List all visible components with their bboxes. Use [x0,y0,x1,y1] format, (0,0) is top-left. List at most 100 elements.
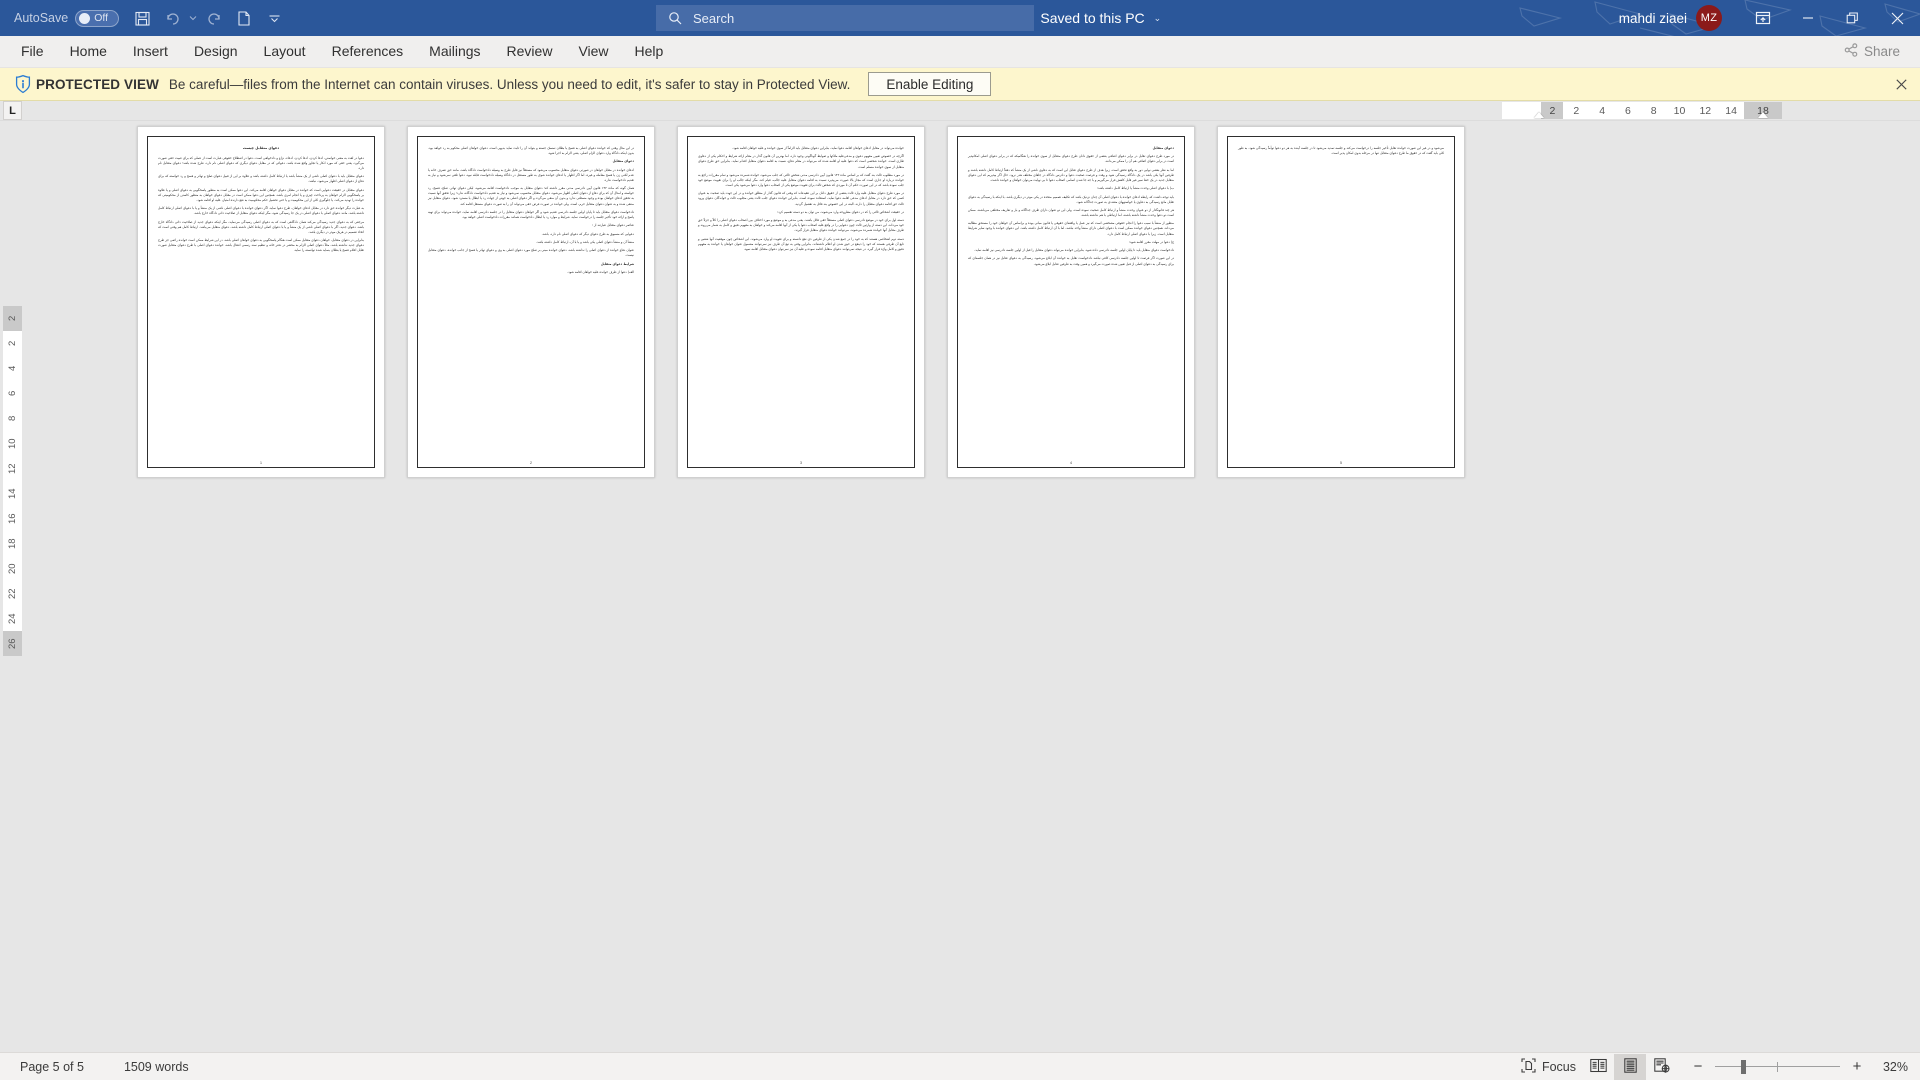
document-paragraph: در حقیقت اشخاص ثالثی را که در دعوای مطرو… [777,209,904,214]
ruler-tick: 12 [1699,104,1712,117]
account-name[interactable]: mahdi ziaei [1619,11,1687,26]
title-bar: AutoSave Off Saved to this PC ⌄ Search m… [0,0,1920,36]
document-paragraph: منظور از منشأ با سبب دعوا را انجام حقوقی… [968,221,1174,236]
focus-mode-button[interactable]: Focus [1515,1054,1582,1080]
page-number: 2 [529,460,533,465]
ribbon-display-options-icon[interactable] [1740,0,1785,36]
share-icon [1844,43,1858,60]
document-page[interactable]: دعوای متقابل چیست دعوا در لغت به معنی خوا… [137,126,385,478]
print-layout-button[interactable] [1614,1053,1646,1080]
vruler-tick: 8 [7,415,18,422]
minimize-button[interactable] [1785,0,1830,36]
document-paragraph: مرجعی که به دعوای جدید رسیدگی می‌کند هما… [158,219,364,234]
tab-home[interactable]: Home [57,35,120,67]
autosave-switch[interactable]: Off [75,9,120,27]
tab-file[interactable]: File [8,35,57,67]
page-text-frame: خوانده می‌تواند در مقابل ادعای خواهان اق… [687,136,915,468]
document-paragraph: باید توجه داشت که رابطه ادعای خوانده با … [968,194,1174,204]
ribbon-tabs: File Home Insert Design Layout Reference… [0,35,676,67]
zoom-thumb[interactable] [1741,1059,1746,1074]
title-bar-right: mahdi ziaei MZ [1619,0,1920,36]
page-text-frame: دعوای متقابل در مورد طرح دعوای تقابل در ب… [957,136,1185,468]
document-paragraph: اگرچه در خصوص تعیین مفهوم دعوی و مدعی‌عل… [698,154,904,169]
document-paragraph: در مورد مطلوب ثالث بند گفت که بر اساس ما… [698,172,904,188]
vruler-tick: 2 [7,340,18,347]
protected-view-bar: PROTECTED VIEW Be careful—files from the… [0,68,1920,101]
ruler-tick: 4 [1599,104,1606,117]
vruler-tick: 14 [7,488,18,499]
document-paragraph: می‌شود و در غیر این صورت خوانده تقابل تأ… [1238,146,1444,156]
enable-editing-button[interactable]: Enable Editing [868,72,992,96]
chevron-down-icon[interactable]: ⌄ [1154,13,1162,24]
document-page[interactable]: خوانده می‌تواند در مقابل ادعای خواهان اق… [677,126,925,478]
read-mode-icon [1589,1058,1607,1076]
tab-stop-selector[interactable]: L [3,101,22,120]
tab-references[interactable]: References [319,35,417,67]
tab-insert[interactable]: Insert [120,35,181,67]
document-paragraph: به عبارت دیگر خوانده حق دارد در مقابل اد… [158,206,364,216]
ruler-right-margin: 2 [1541,102,1564,119]
indent-marker-left[interactable] [1534,112,1544,118]
tab-help[interactable]: Help [622,35,677,67]
ruler-tick: 8 [1650,104,1657,117]
share-button[interactable]: Share [1836,40,1908,63]
document-paragraph: عناصر دعوای متقابل عبارتند از : [591,223,634,228]
zoom-control: − + 32% [1690,1058,1908,1075]
zoom-percentage[interactable]: 32% [1874,1060,1908,1074]
save-location-label[interactable]: Saved to this PC [1040,10,1144,26]
vertical-ruler[interactable]: 2 2 4 6 8 10 12 14 16 18 20 22 24 26 [3,306,22,656]
zoom-in-button[interactable]: + [1849,1058,1865,1075]
document-paragraph: دعوایی که مسبوق به طرح دعوای دیگر که دعو… [541,231,634,236]
word-count[interactable]: 1509 words [118,1054,195,1080]
document-paragraph: دادخواست دعوای متقابل باید تا پایان اولی… [428,209,634,219]
page-text-frame: دعوای متقابل چیست دعوا در لغت به معنی خوا… [147,136,375,468]
vruler-tick: 16 [7,513,18,524]
save-icon[interactable] [127,4,157,32]
undo-icon[interactable] [157,4,187,32]
tab-layout[interactable]: Layout [251,35,319,67]
protected-view-title: PROTECTED VIEW [36,76,159,92]
document-paragraph: ج) دعوا در مهلت مقرر اقامه شود: [1128,239,1174,244]
page-indicator[interactable]: Page 5 of 5 [14,1054,90,1080]
info-shield-icon [10,74,36,94]
restore-button[interactable] [1830,0,1875,36]
new-document-icon[interactable] [229,4,259,32]
document-paragraph: در مورد طرح دعوای تقابل در برابر دعوای ا… [968,154,1174,164]
tab-design[interactable]: Design [181,35,251,67]
tab-review[interactable]: Review [494,35,566,67]
document-page[interactable]: می‌شود و در غیر این صورت خوانده تقابل تأ… [1217,126,1465,478]
avatar[interactable]: MZ [1696,5,1722,31]
undo-dropdown-icon[interactable] [187,4,199,32]
ruler-tick: 2 [1573,104,1580,117]
document-page[interactable]: دعوای متقابل در مورد طرح دعوای تقابل در ب… [947,126,1195,478]
vruler-tick: 24 [7,613,18,624]
zoom-out-button[interactable]: − [1690,1058,1706,1075]
document-paragraph: در این صورت اگر فرصت تا اولین جلسه دادرس… [968,256,1174,266]
document-paragraph: الف) دعوا از طرف خوانده علیه خواهان اقام… [567,269,634,274]
document-paragraph: منشأ آن و منشأ دعوای اصلی یکی باشد و یا … [536,239,634,244]
zoom-slider[interactable] [1715,1059,1840,1075]
close-button[interactable] [1875,0,1920,36]
document-paragraph: دسته اول برای خود در موضع دادرسی دعوای ا… [698,218,904,233]
zoom-midpoint-tick [1777,1061,1778,1072]
search-input[interactable]: Search [656,5,1034,31]
status-bar-right: Focus − + 32% [1515,1053,1908,1080]
autosave-knob [79,12,91,24]
web-layout-button[interactable] [1646,1054,1678,1080]
autosave-toggle[interactable]: AutoSave Off [8,4,127,32]
customize-quick-access-icon[interactable] [259,4,289,32]
redo-icon[interactable] [199,4,229,32]
horizontal-ruler[interactable]: 18 14 12 10 8 6 4 2 2 [1502,102,1782,119]
status-bar-left: Page 5 of 5 1509 words [0,1054,195,1080]
document-paragraph: دعوای متقابل [1152,146,1174,150]
tab-view[interactable]: View [565,35,621,67]
close-icon[interactable] [1892,75,1910,93]
tab-mailings[interactable]: Mailings [416,35,493,67]
document-paragraph: در مورد طرح دعوای متقابل علیه وارد ثالث … [698,191,904,206]
document-page[interactable]: در این مثال وقتی که خوانده دعوای اصلی به… [407,126,655,478]
read-mode-button[interactable] [1582,1054,1614,1080]
ribbon-tab-bar: File Home Insert Design Layout Reference… [0,36,1920,68]
indent-marker-right[interactable] [1758,112,1768,118]
page-number: 1 [259,460,263,465]
document-paragraph: دسته دوم اشخاصی هستند که به خود را در جم… [698,236,904,251]
